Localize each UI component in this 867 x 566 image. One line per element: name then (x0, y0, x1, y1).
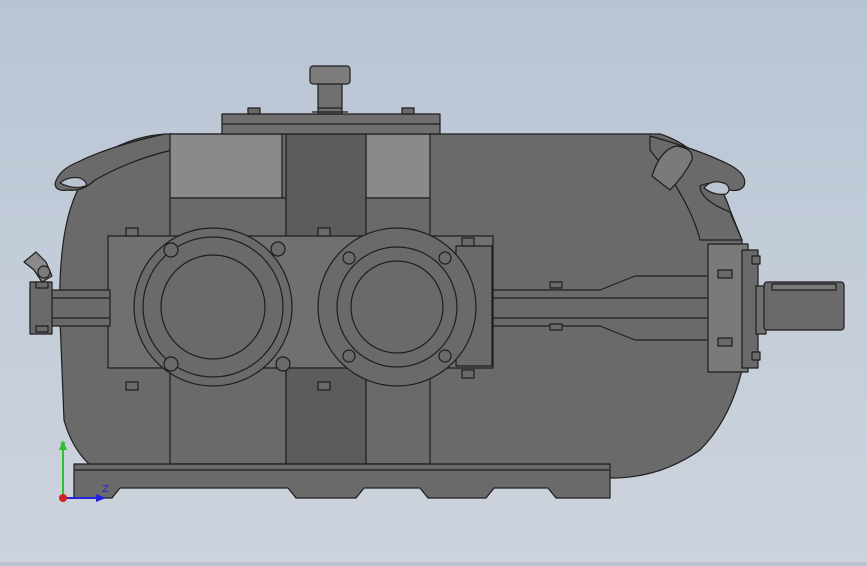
cad-viewport[interactable]: Y Z (0, 0, 867, 562)
triad-z-label: Z (102, 484, 109, 495)
top-flange-left (169, 133, 283, 199)
base-plate (73, 463, 611, 499)
breather-cap (309, 65, 351, 85)
cover-bolt-right (401, 107, 415, 115)
shaft-keyway (771, 283, 837, 291)
triad-y-label: Y (60, 441, 67, 452)
top-flange-right (365, 133, 431, 199)
small-bearing-cover-inner (350, 260, 444, 354)
gear-reducer-model (23, 65, 845, 502)
large-bearing-cover-inner (160, 254, 266, 360)
cover-bolt-left (247, 107, 261, 115)
breather-stem (317, 81, 343, 115)
